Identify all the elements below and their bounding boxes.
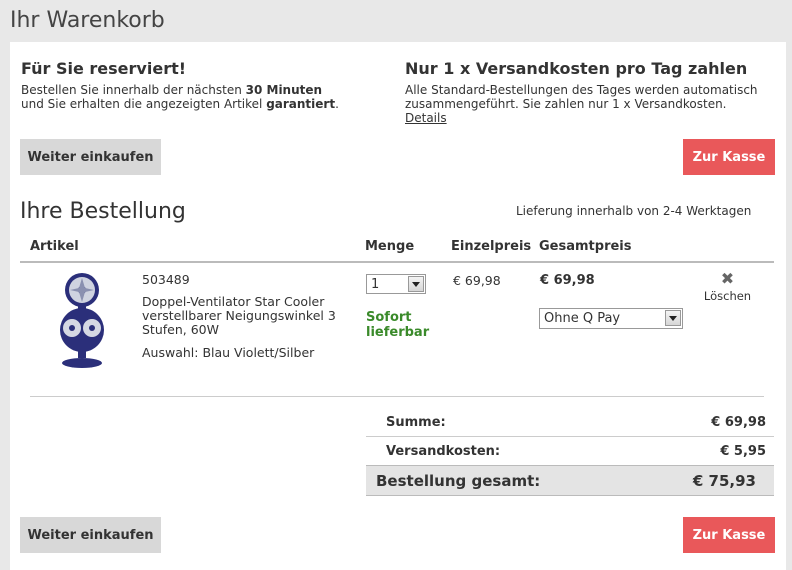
- product-image[interactable]: [52, 270, 112, 370]
- order-total-value: € 75,93: [692, 471, 756, 490]
- checkout-button-bottom[interactable]: Zur Kasse: [683, 517, 775, 553]
- table-header-divider: [20, 261, 774, 263]
- order-total-label: Bestellung gesamt:: [376, 471, 541, 490]
- availability-status: Sofort lieferbar: [366, 310, 430, 340]
- chevron-down-icon: [408, 276, 424, 292]
- column-header-total-price: Gesamtpreis: [539, 239, 632, 254]
- column-header-quantity: Menge: [365, 239, 415, 254]
- checkout-button-top[interactable]: Zur Kasse: [683, 139, 775, 175]
- shipping-info-text: Alle Standard-Bestellungen des Tages wer…: [405, 83, 758, 125]
- total-price: € 69,98: [540, 273, 595, 288]
- delete-label: Löschen: [703, 289, 752, 303]
- subtotal-value: € 69,98: [711, 414, 766, 430]
- item-divider: [30, 396, 764, 397]
- column-header-article: Artikel: [30, 239, 79, 254]
- product-number: 503489: [142, 272, 190, 287]
- close-icon: ✖: [720, 269, 735, 288]
- unit-price: € 69,98: [453, 273, 501, 288]
- subtotal-row: Summe: € 69,98: [376, 408, 784, 436]
- payment-option-value: Ohne Q Pay: [544, 311, 621, 326]
- order-title: Ihre Bestellung: [20, 199, 186, 224]
- chevron-down-icon: [665, 310, 681, 326]
- delivery-note: Lieferung innerhalb von 2-4 Werktagen: [516, 204, 752, 218]
- page-title: Ihr Warenkorb: [10, 8, 165, 33]
- continue-shopping-button-bottom[interactable]: Weiter einkaufen: [20, 517, 161, 553]
- quantity-value: 1: [371, 276, 380, 292]
- payment-option-select[interactable]: Ohne Q Pay: [539, 308, 683, 329]
- reserved-text: Bestellen Sie innerhalb der nächsten 30 …: [21, 83, 339, 111]
- product-selection: Auswahl: Blau Violett/Silber: [142, 345, 315, 360]
- continue-shopping-button-top[interactable]: Weiter einkaufen: [20, 139, 161, 175]
- order-total-row: Bestellung gesamt: € 75,93: [366, 465, 774, 496]
- delete-item-button[interactable]: ✖ Löschen: [700, 269, 755, 304]
- shipping-value: € 5,95: [720, 443, 766, 459]
- column-header-unit-price: Einzelpreis: [451, 239, 532, 254]
- shipping-row: Versandkosten: € 5,95: [376, 437, 784, 465]
- quantity-select[interactable]: 1: [366, 274, 426, 294]
- cart-panel: Für Sie reserviert! Bestellen Sie innerh…: [10, 42, 786, 570]
- shipping-info-title: Nur 1 x Versandkosten pro Tag zahlen: [405, 59, 748, 78]
- product-name[interactable]: Doppel-Ventilator Star Cooler verstellba…: [142, 295, 336, 337]
- reserved-title: Für Sie reserviert!: [21, 59, 187, 78]
- subtotal-label: Summe:: [386, 414, 446, 430]
- details-link[interactable]: Details: [405, 111, 758, 125]
- shipping-label: Versandkosten:: [386, 443, 501, 459]
